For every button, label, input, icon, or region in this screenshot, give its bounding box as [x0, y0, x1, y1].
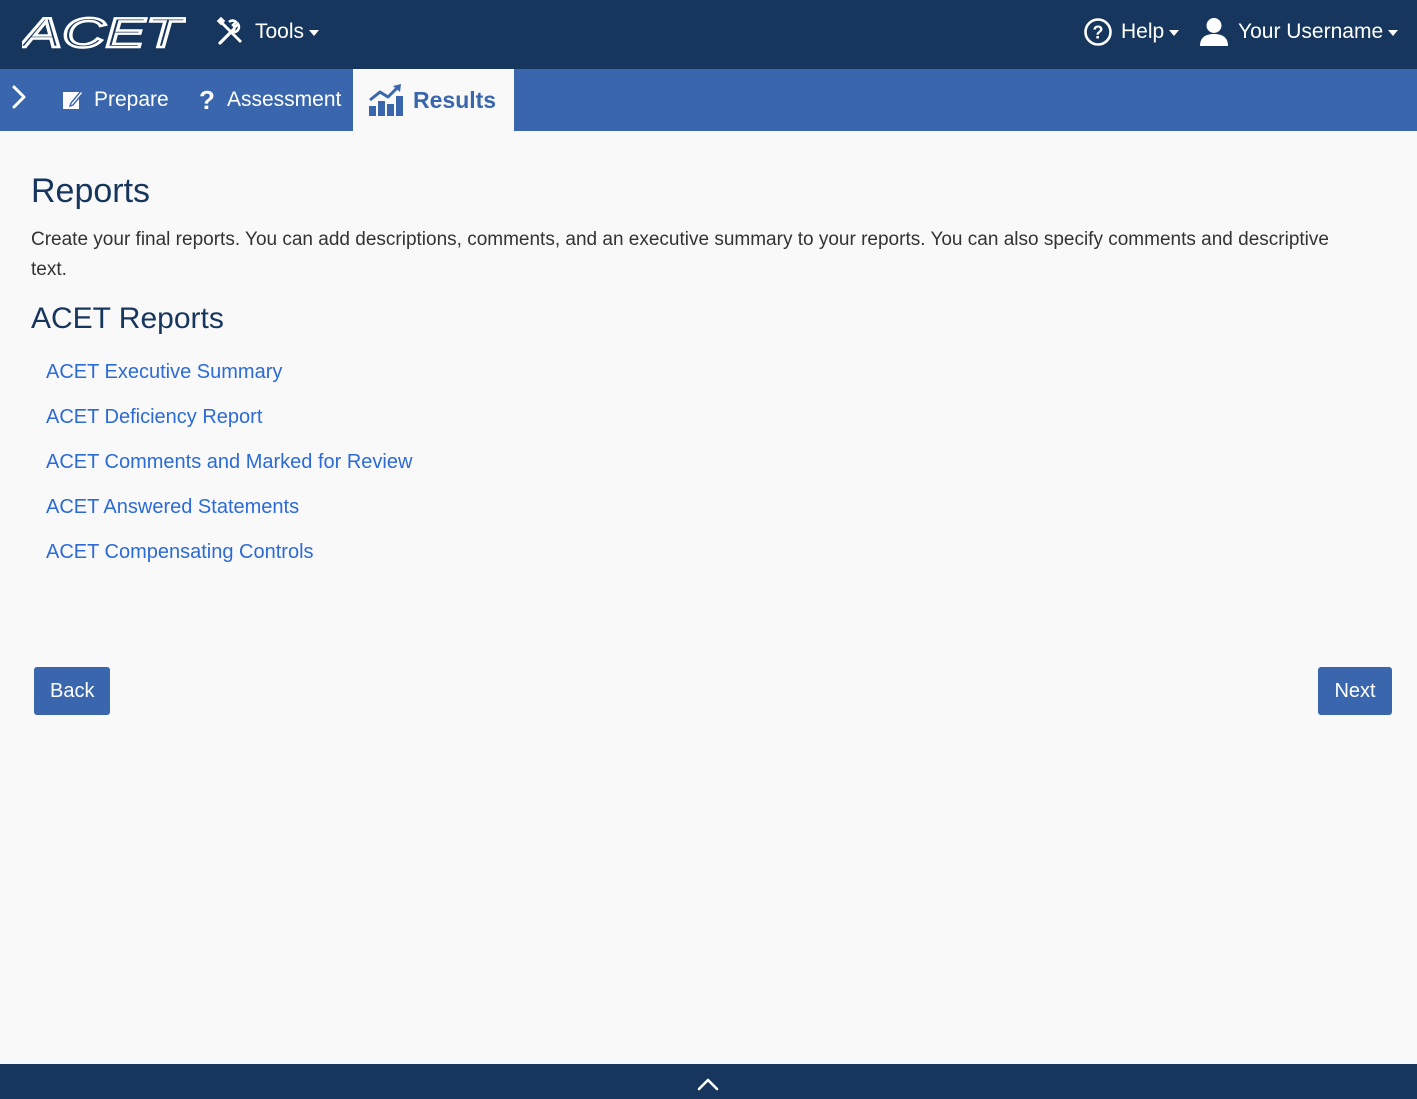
tab-prepare[interactable]: Prepare — [62, 69, 169, 131]
help-circle-icon: ? — [1084, 18, 1112, 46]
report-link-deficiency[interactable]: ACET Deficiency Report — [46, 406, 262, 428]
report-list: ACET Executive Summary ACET Deficiency R… — [46, 356, 412, 581]
chevron-up-icon[interactable] — [694, 1074, 722, 1094]
tab-prepare-label: Prepare — [94, 88, 169, 111]
back-button[interactable]: Back — [34, 667, 110, 715]
question-icon: ? — [199, 87, 215, 113]
page-intro: Create your final reports. You can add d… — [31, 229, 1329, 280]
section-title: ACET Reports — [31, 302, 224, 335]
tab-results-label: Results — [413, 86, 497, 113]
chevron-right-icon[interactable] — [6, 83, 34, 111]
user-menu[interactable]: Your Username — [1199, 14, 1399, 50]
phase-navbar: Prepare ? Assessment Results — [0, 69, 1417, 131]
report-link-answered-statements[interactable]: ACET Answered Statements — [46, 496, 299, 518]
footer-bar — [0, 1064, 1417, 1099]
chart-icon — [369, 84, 403, 116]
user-icon — [1200, 18, 1228, 46]
svg-text:ACET: ACET — [22, 14, 186, 50]
tab-results[interactable]: Results — [353, 69, 514, 131]
svg-text:?: ? — [1093, 23, 1104, 43]
tab-assessment-label: Assessment — [227, 88, 342, 111]
report-link-compensating-controls[interactable]: ACET Compensating Controls — [46, 541, 314, 563]
list-item: ACET Deficiency Report — [46, 401, 412, 446]
tools-menu[interactable]: Tools — [215, 14, 320, 50]
report-link-executive-summary[interactable]: ACET Executive Summary — [46, 361, 282, 383]
report-link-comments-marked-review[interactable]: ACET Comments and Marked for Review — [46, 451, 412, 473]
help-label: Help — [1121, 20, 1165, 43]
chevron-down-icon — [1169, 30, 1180, 36]
tab-assessment[interactable]: ? Assessment — [197, 69, 341, 131]
help-menu[interactable]: ? Help — [1083, 14, 1180, 50]
user-label: Your Username — [1238, 20, 1384, 43]
next-button[interactable]: Next — [1318, 667, 1392, 715]
svg-text:?: ? — [199, 87, 215, 113]
list-item: ACET Answered Statements — [46, 491, 412, 536]
tools-label: Tools — [255, 20, 305, 43]
acet-logo[interactable]: ACET — [22, 14, 186, 50]
list-item: ACET Compensating Controls — [46, 536, 412, 581]
list-item: ACET Comments and Marked for Review — [46, 446, 412, 491]
chevron-down-icon — [309, 30, 320, 36]
edit-icon — [63, 89, 84, 109]
list-item: ACET Executive Summary — [46, 356, 412, 401]
chevron-down-icon — [1388, 30, 1399, 36]
top-navbar: ACET Tools ? Help Your Username — [0, 0, 1417, 69]
tools-icon — [216, 16, 242, 45]
page-title: Reports — [31, 172, 151, 210]
